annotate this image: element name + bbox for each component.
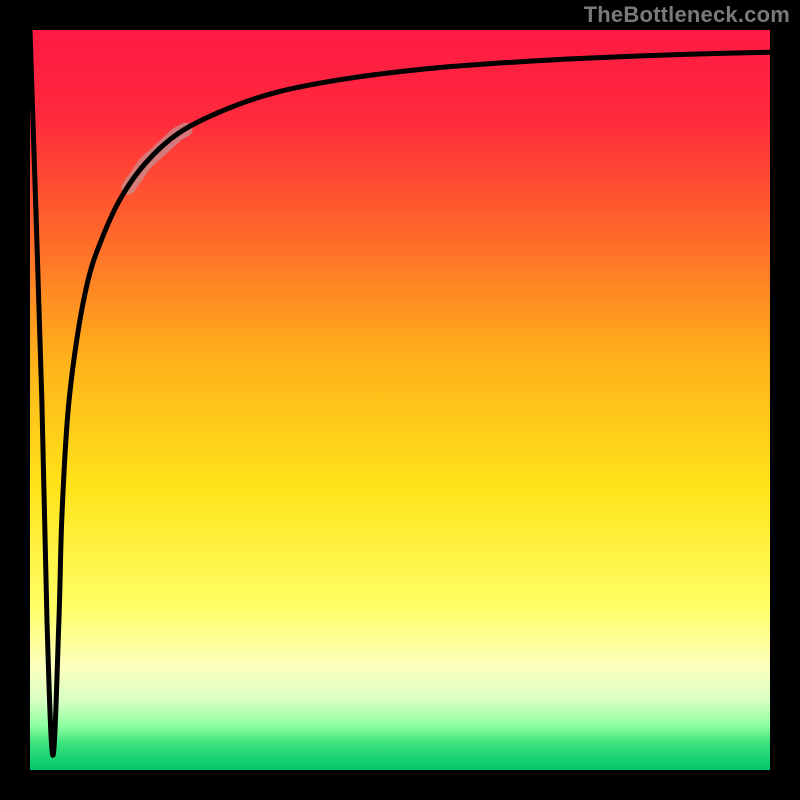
- frame-left: [0, 0, 30, 800]
- bottleneck-chart: [0, 0, 800, 800]
- watermark-text: TheBottleneck.com: [584, 2, 790, 28]
- gradient-panel: [30, 30, 770, 770]
- chart-stage: TheBottleneck.com: [0, 0, 800, 800]
- frame-right: [770, 0, 800, 800]
- frame-bottom: [0, 770, 800, 800]
